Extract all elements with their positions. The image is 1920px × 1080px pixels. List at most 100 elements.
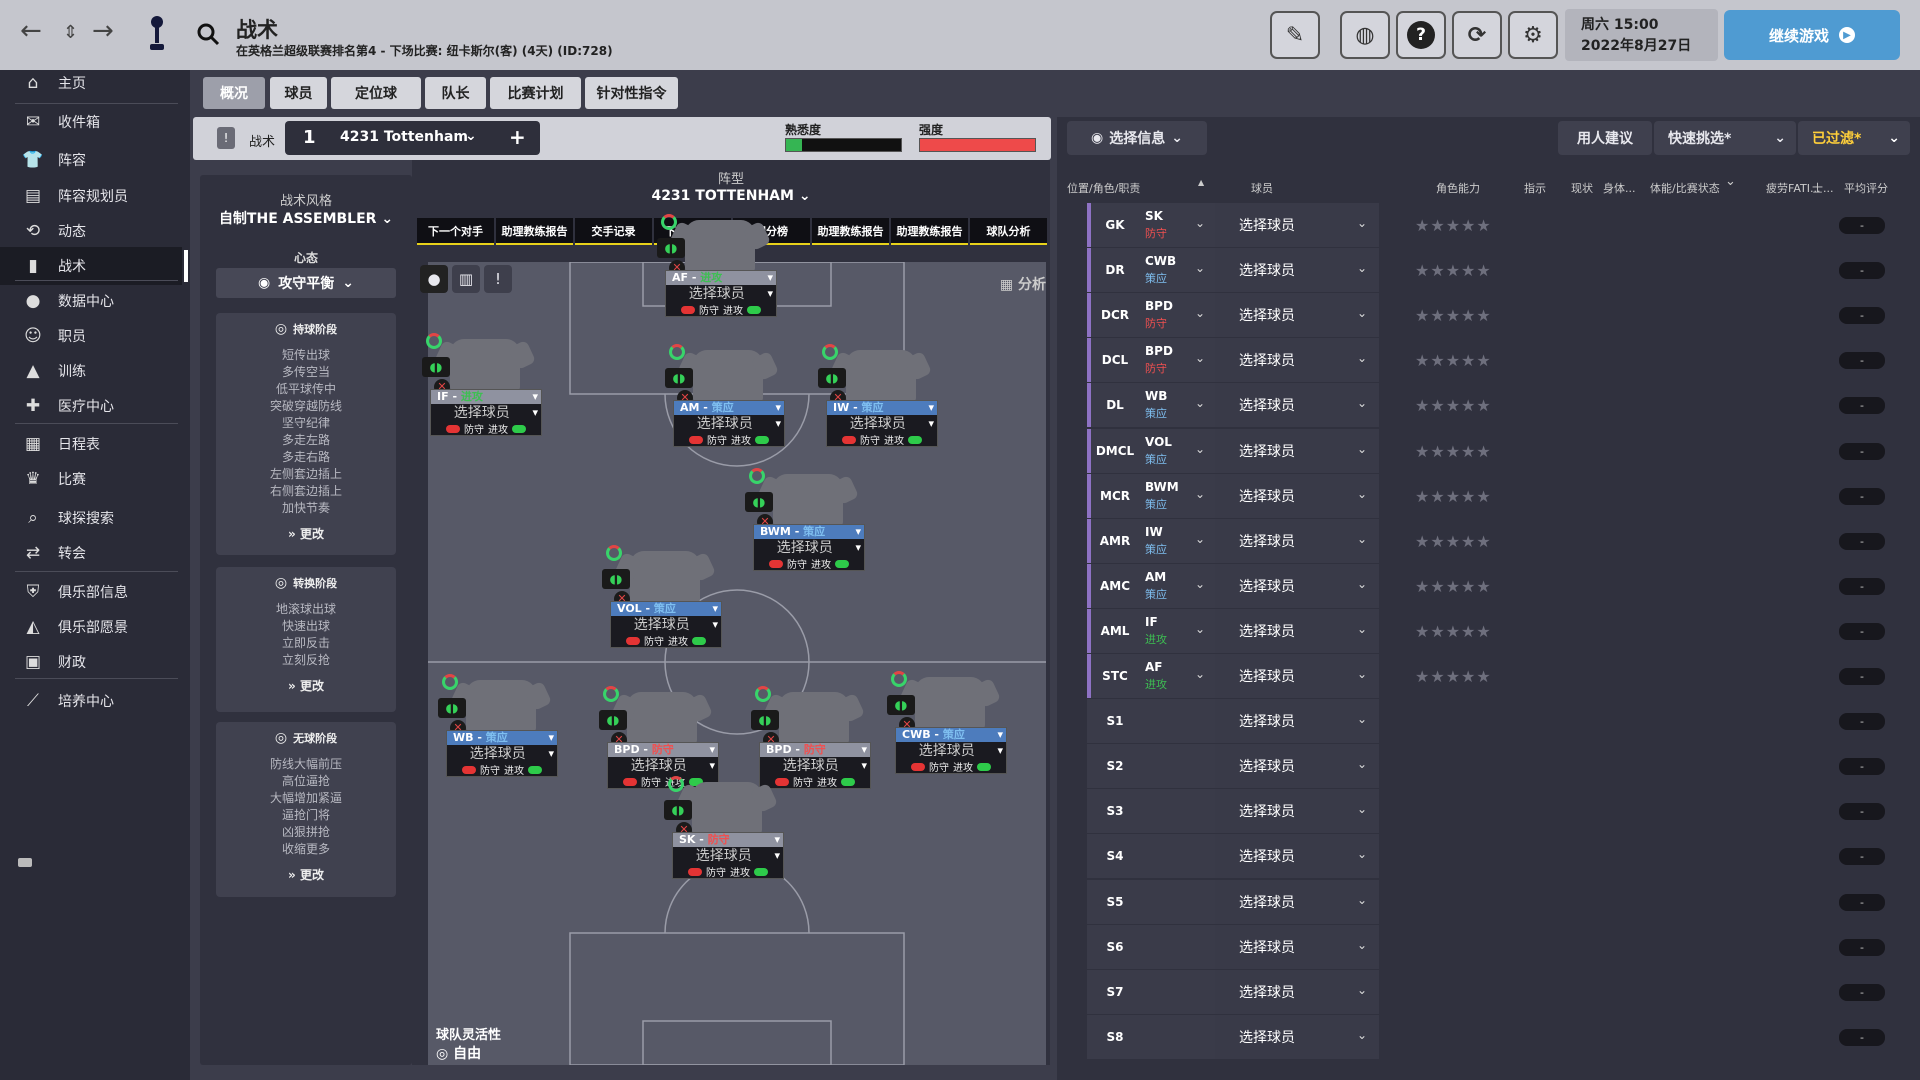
select-player-dropdown[interactable]: 选择球员 ▾: [827, 415, 937, 433]
player-select-cell[interactable]: 选择球员 ⌄: [1215, 969, 1379, 1014]
sidebar-item-data[interactable]: ● 数据中心: [0, 282, 182, 320]
select-player-dropdown[interactable]: 选择球员 ▾: [754, 539, 864, 557]
sidebar-item-inbox[interactable]: ✉ 收件箱: [0, 103, 182, 141]
continue-button[interactable]: 继续游戏 ▶: [1724, 10, 1900, 60]
sidebar-item-growth[interactable]: ⟋ 培养中心: [0, 682, 182, 720]
player-select-cell[interactable]: 选择球员 ⌄: [1215, 924, 1379, 969]
table-row[interactable]: DR CWB 策应 ⌄ 选择球员 ⌄ ★★★★★ -: [1087, 248, 1907, 293]
sidebar-item-money[interactable]: ▣ 财政: [0, 643, 182, 681]
select-player-dropdown[interactable]: 选择球员 ▾: [608, 757, 718, 775]
role-cell[interactable]: BPD 防守 ⌄: [1139, 293, 1215, 338]
sidebar-item-shirt[interactable]: 👕 阵容: [0, 141, 182, 179]
role-cell[interactable]: SK 防守 ⌄: [1139, 203, 1215, 247]
player-select-cell[interactable]: 选择球员 ⌄: [1215, 654, 1379, 698]
table-row[interactable]: S2 选择球员 ⌄ -: [1087, 744, 1907, 789]
table-row[interactable]: S3 选择球员 ⌄ -: [1087, 789, 1907, 834]
column-header[interactable]: 位置/角色/职责: [1067, 180, 1140, 196]
select-player-dropdown[interactable]: 选择球员 ▾: [673, 847, 783, 865]
column-header[interactable]: 士...: [1812, 180, 1834, 196]
table-row[interactable]: DCL BPD 防守 ⌄ 选择球员 ⌄ ★★★★★ -: [1087, 338, 1907, 383]
mentality-slider[interactable]: 防守 进攻: [896, 760, 1006, 774]
player-select-cell[interactable]: 选择球员 ⌄: [1215, 248, 1379, 293]
sidebar-item-search[interactable]: ⌕ 球探搜索: [0, 499, 182, 537]
pitch-player-slot[interactable]: ◖◗ ✕ SK - 防守 ▾ 选择球员 ▾ 防守 进攻: [664, 776, 784, 892]
role-cell[interactable]: VOL 策应 ⌄: [1139, 428, 1215, 473]
mentality-slider[interactable]: 防守 进攻: [666, 303, 776, 317]
role-duty-selector[interactable]: SK - 防守 ▾: [673, 833, 783, 847]
role-duty-selector[interactable]: IW - 策应 ▾: [827, 401, 937, 415]
select-info-button[interactable]: ◉ 选择信息 ⌄: [1067, 121, 1207, 155]
advice-button[interactable]: 用人建议: [1558, 121, 1652, 155]
mentality-slider[interactable]: 防守 进攻: [674, 433, 784, 447]
select-player-dropdown[interactable]: 选择球员 ▾: [896, 742, 1006, 760]
player-select-cell[interactable]: 选择球员 ⌄: [1215, 789, 1379, 834]
tactic-lock-icon[interactable]: !: [217, 127, 235, 149]
sidebar-item-calendar[interactable]: ▦ 日程表: [0, 425, 182, 463]
quick-report-button[interactable]: 助理教练报告: [812, 218, 889, 245]
mentality-slider[interactable]: 防守 进攻: [673, 865, 783, 879]
mentality-slider[interactable]: 防守 进攻: [611, 634, 721, 648]
role-duty-selector[interactable]: WB - 策应 ▾: [447, 731, 557, 745]
tab-2[interactable]: 定位球: [331, 77, 421, 109]
column-header[interactable]: 体能/比赛状态: [1650, 180, 1720, 196]
role-cell[interactable]: AF 进攻 ⌄: [1139, 654, 1215, 698]
table-row[interactable]: S8 选择球员 ⌄ -: [1087, 1014, 1907, 1059]
pitch-player-slot[interactable]: ◖◗ ✕ IF - 进攻 ▾ 选择球员 ▾ 防守 进攻: [422, 333, 542, 449]
table-row[interactable]: DL WB 策应 ⌄ 选择球员 ⌄ ★★★★★ -: [1087, 383, 1907, 428]
forward-icon[interactable]: →: [92, 16, 114, 46]
player-select-cell[interactable]: 选择球员 ⌄: [1215, 473, 1379, 518]
player-select-cell[interactable]: 选择球员 ⌄: [1215, 699, 1379, 744]
pitch-player-slot[interactable]: ◖◗ ✕ AF - 进攻 ▾ 选择球员 ▾ 防守 进攻: [657, 214, 777, 330]
sidebar-item-dynamics[interactable]: ⟲ 动态: [0, 212, 182, 250]
role-duty-selector[interactable]: VOL - 策应 ▾: [611, 602, 721, 616]
table-row[interactable]: S1 选择球员 ⌄ -: [1087, 699, 1907, 744]
table-row[interactable]: S5 选择球员 ⌄ -: [1087, 879, 1907, 924]
sidebar-item-trophy[interactable]: ♛ 比赛: [0, 460, 182, 498]
role-duty-selector[interactable]: BWM - 策应 ▾: [754, 525, 864, 539]
quick-report-button[interactable]: 助理教练报告: [891, 218, 968, 245]
mentality-slider[interactable]: 防守 进攻: [827, 433, 937, 447]
phase-change-button[interactable]: » 更改: [216, 677, 396, 694]
quick-report-button[interactable]: 交手记录: [575, 218, 652, 245]
quick-report-button[interactable]: 助理教练报告: [496, 218, 573, 245]
style-selector[interactable]: 自制THE ASSEMBLER ⌄: [200, 208, 412, 228]
club-crest-icon[interactable]: [146, 14, 168, 54]
tab-3[interactable]: 队长: [425, 77, 486, 109]
role-duty-selector[interactable]: IF - 进攻 ▾: [431, 390, 541, 404]
table-row[interactable]: S6 选择球员 ⌄ -: [1087, 924, 1907, 969]
mentality-selector[interactable]: ◉ 攻守平衡 ⌄: [216, 268, 396, 298]
chart-view-icon[interactable]: ▥: [452, 265, 480, 293]
sidebar-item-transfer[interactable]: ⇄ 转会: [0, 534, 182, 572]
column-header[interactable]: 平均评分: [1844, 180, 1888, 196]
edit-button[interactable]: ✎: [1270, 11, 1320, 59]
role-cell[interactable]: WB 策应 ⌄: [1139, 383, 1215, 428]
player-select-cell[interactable]: 选择球员 ⌄: [1215, 834, 1379, 879]
mentality-slider[interactable]: 防守 进攻: [754, 557, 864, 571]
player-select-cell[interactable]: 选择球员 ⌄: [1215, 744, 1379, 789]
analysis-button[interactable]: ▦ 分析: [1000, 274, 1046, 294]
player-select-cell[interactable]: 选择球员 ⌄: [1215, 1014, 1379, 1059]
role-cell[interactable]: CWB 策应 ⌄: [1139, 248, 1215, 293]
role-cell[interactable]: BPD 防守 ⌄: [1139, 338, 1215, 383]
intensity-bar[interactable]: [919, 138, 1036, 152]
tab-4[interactable]: 比赛计划: [490, 77, 581, 109]
column-header[interactable]: 现状: [1571, 180, 1593, 196]
column-header[interactable]: 指示: [1524, 180, 1546, 196]
quick-report-button[interactable]: 球队分析: [970, 218, 1047, 245]
player-select-cell[interactable]: 选择球员 ⌄: [1215, 203, 1379, 247]
role-cell[interactable]: AM 策应 ⌄: [1139, 563, 1215, 608]
player-select-cell[interactable]: 选择球员 ⌄: [1215, 428, 1379, 473]
select-player-dropdown[interactable]: 选择球员 ▾: [447, 745, 557, 763]
column-header[interactable]: 球员: [1251, 180, 1273, 196]
player-select-cell[interactable]: 选择球员 ⌄: [1215, 518, 1379, 563]
player-view-icon[interactable]: ●: [420, 265, 448, 293]
sidebar-item-staff[interactable]: ☺ 职员: [0, 317, 182, 355]
tab-0[interactable]: 概况: [203, 77, 265, 109]
player-select-cell[interactable]: 选择球员 ⌄: [1215, 879, 1379, 924]
community-button[interactable]: ◍: [1340, 11, 1390, 59]
filter-button[interactable]: 已过滤* ⌄: [1798, 121, 1910, 155]
search-icon[interactable]: [196, 22, 220, 50]
pitch-player-slot[interactable]: ◖◗ ✕ BWM - 策应 ▾ 选择球员 ▾ 防守 进攻: [745, 468, 865, 584]
sidebar-item-cone[interactable]: ▲ 训练: [0, 352, 182, 390]
table-row[interactable]: AMR IW 策应 ⌄ 选择球员 ⌄ ★★★★★ -: [1087, 518, 1907, 563]
